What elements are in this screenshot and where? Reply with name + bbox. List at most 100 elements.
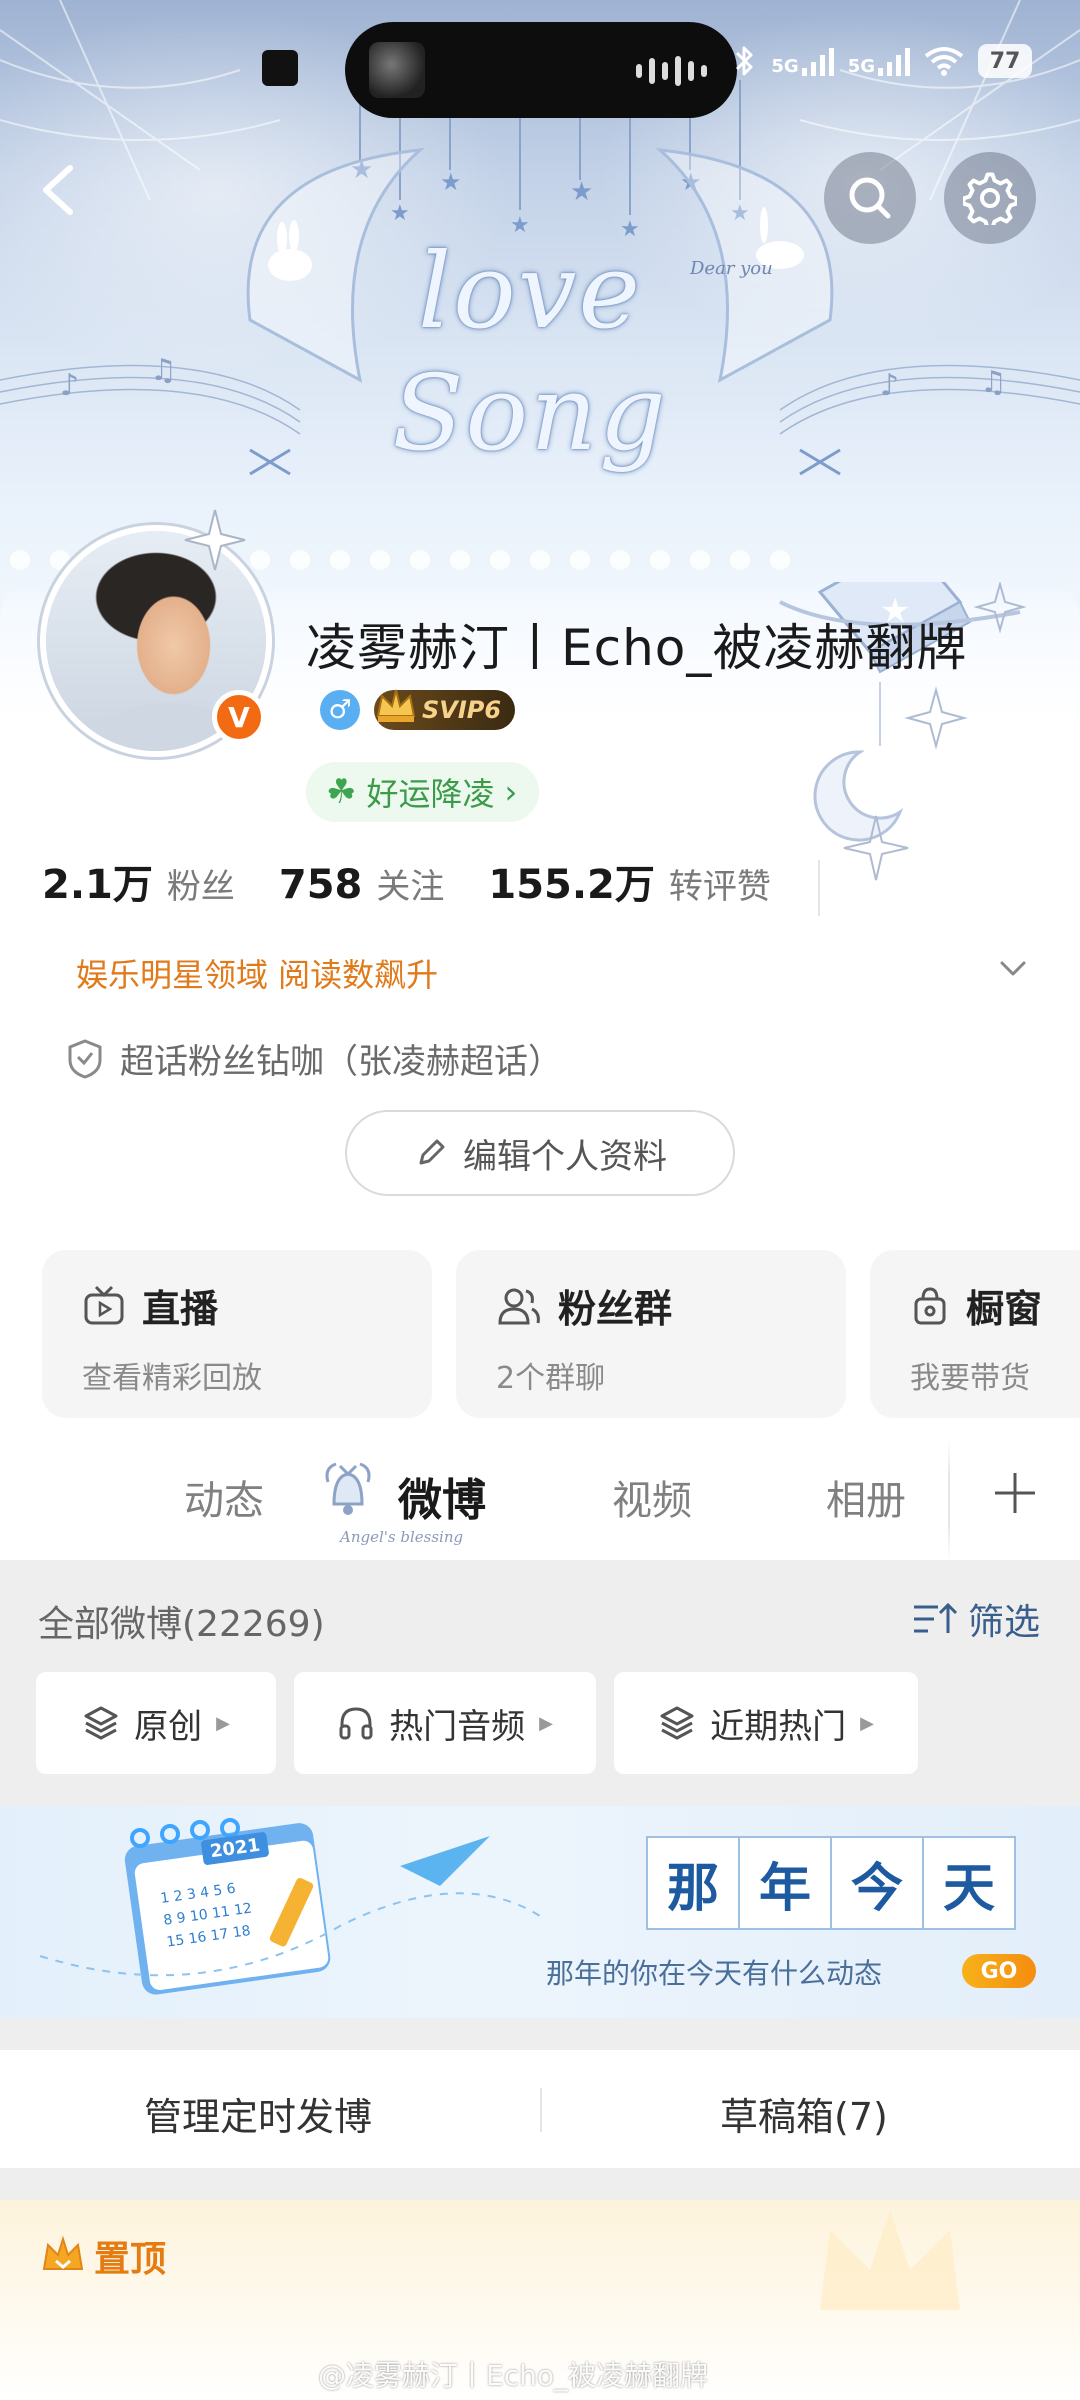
on-this-day-banner[interactable]: 1 2 3 4 5 6 8 9 10 11 12 15 16 17 18 202…	[0, 1806, 1080, 2018]
stats-divider	[818, 860, 820, 916]
svg-text:♫: ♫	[150, 353, 177, 388]
stat-reposts-likes[interactable]: 155.2万 转评赞	[488, 852, 771, 910]
scheduled-posts-button[interactable]: 管理定时发博	[144, 2086, 372, 2141]
filter-icon	[914, 1602, 958, 1633]
edit-profile-label: 编辑个人资料	[463, 1136, 667, 1177]
pinned-text: 置顶	[94, 2239, 167, 2280]
now-playing-thumbnail	[369, 42, 425, 98]
status-icons: 5G 5G 77	[731, 44, 1032, 78]
svg-text:♪: ♪	[60, 368, 79, 403]
svg-text:★: ★	[570, 177, 593, 207]
feature-title: 直播	[142, 1287, 219, 1331]
search-icon	[849, 177, 891, 219]
memory-title: 那 年 今 天	[646, 1836, 1016, 1930]
stat-value: 155.2万	[488, 862, 655, 908]
signal-2-icon: 5G	[848, 46, 910, 76]
chip-original[interactable]: 原创 ▶	[36, 1672, 276, 1774]
svg-text:♪: ♪	[880, 368, 899, 403]
memory-char: 天	[922, 1836, 1016, 1930]
lucky-tag[interactable]: ☘ 好运降凌 ›	[306, 762, 540, 822]
feature-subtitle: 查看精彩回放	[82, 1361, 262, 1396]
pinned-decoration	[820, 2210, 960, 2310]
feature-fan-group[interactable]: 粉丝群 2个群聊	[456, 1250, 846, 1418]
feature-title: 粉丝群	[558, 1287, 673, 1331]
chip-hot-audio[interactable]: 热门音频 ▶	[294, 1672, 596, 1774]
tab-video[interactable]: 视频	[612, 1468, 692, 1526]
stat-value: 2.1万	[42, 862, 153, 908]
headphones-icon	[339, 1707, 373, 1740]
chip-arrow-icon: ▶	[539, 1712, 553, 1734]
signal-1-icon: 5G	[771, 46, 834, 76]
filter-button[interactable]: 筛选	[912, 1593, 1040, 1645]
username: 凌雾赫汀丨Echo_被凌赫翻牌	[306, 619, 968, 677]
stat-label: 粉丝	[166, 867, 235, 907]
chevron-down-icon[interactable]	[996, 952, 1030, 986]
domain-info[interactable]: 娱乐明星领域 阅读数飙升	[76, 950, 438, 996]
settings-button[interactable]	[944, 152, 1036, 244]
plus-icon[interactable]	[990, 1468, 1040, 1518]
group-icon	[498, 1288, 540, 1324]
wifi-icon	[924, 47, 964, 76]
row-divider	[540, 2088, 542, 2132]
pinned-label: 置顶	[40, 2230, 166, 2282]
tv-icon	[84, 1285, 124, 1324]
profile-tabs: 动态 微博 Angel's blessing 视频 相册	[0, 1440, 1080, 1560]
crown-icon	[376, 689, 416, 722]
dynamic-island[interactable]	[345, 22, 737, 118]
audio-wave-icon	[636, 56, 707, 86]
drafts-button[interactable]: 草稿箱(7)	[720, 2086, 888, 2141]
feature-subtitle: 我要带货	[910, 1361, 1030, 1396]
svip-badge[interactable]: SVIP6	[374, 689, 516, 730]
stat-following[interactable]: 758 关注	[279, 859, 445, 908]
stat-label: 关注	[376, 867, 445, 907]
back-button[interactable]	[30, 158, 94, 222]
fan-title[interactable]: 超话粉丝钻咖（张凌赫超话）	[66, 1034, 562, 1083]
svg-text:♫: ♫	[980, 365, 1007, 400]
pencil-icon	[419, 1139, 445, 1165]
crown-icon	[42, 2235, 84, 2270]
memory-subtitle: 那年的你在今天有什么动态	[546, 1957, 883, 1990]
memory-char: 那	[646, 1836, 740, 1930]
battery-indicator: 77	[978, 44, 1032, 78]
tab-weibo[interactable]: 微博	[398, 1464, 486, 1528]
memory-char: 今	[830, 1836, 924, 1930]
feature-showcase[interactable]: 橱窗 我要带货	[870, 1250, 1080, 1418]
all-weibo-count: 全部微博(22269)	[38, 1604, 325, 1645]
svg-text:★: ★	[390, 201, 410, 226]
verified-badge: V	[212, 690, 266, 744]
stat-value: 758	[278, 862, 363, 908]
search-button[interactable]	[824, 152, 916, 244]
status-bar: 5G 5G 77	[0, 0, 1080, 130]
chip-recent-hot[interactable]: 近期热门 ▶	[614, 1672, 918, 1774]
filter-label: 筛选	[968, 1602, 1041, 1643]
chip-arrow-icon: ▶	[216, 1712, 230, 1734]
feature-title: 橱窗	[966, 1287, 1043, 1331]
user-badges: ♂ SVIP6	[320, 689, 516, 730]
tab-caption: Angel's blessing	[340, 1528, 464, 1546]
watermark: @凌雾赫汀丨Echo_被凌赫翻牌	[318, 2359, 708, 2392]
edit-profile-button[interactable]: 编辑个人资料	[345, 1110, 735, 1196]
chevron-right-icon: ›	[504, 773, 518, 811]
bell-icon	[325, 1462, 371, 1515]
tab-album[interactable]: 相册	[826, 1468, 906, 1526]
profile-stats: 2.1万 粉丝 758 关注 155.2万 转评赞	[42, 852, 771, 910]
bluetooth-icon	[736, 46, 753, 76]
tab-dynamics[interactable]: 动态	[184, 1468, 264, 1526]
chip-label: 热门音频	[389, 1706, 526, 1747]
tabs-divider	[948, 1440, 950, 1560]
avatar-sparkle-icon	[184, 509, 246, 571]
feature-subtitle: 2个群聊	[496, 1361, 606, 1396]
gear-icon	[963, 172, 1017, 225]
svip-label: SVIP6	[422, 696, 502, 724]
stat-label: 转评赞	[668, 867, 771, 907]
go-button[interactable]: GO	[962, 1954, 1036, 1988]
stat-followers[interactable]: 2.1万 粉丝	[42, 852, 235, 910]
svg-text:★: ★	[440, 168, 462, 196]
back-arrow-icon	[43, 165, 73, 215]
layers-icon	[84, 1706, 118, 1740]
feature-live[interactable]: 直播 查看精彩回放	[42, 1250, 432, 1418]
status-notification-dot	[262, 50, 298, 86]
shield-icon	[68, 1038, 102, 1079]
clover-icon: ☘	[326, 772, 357, 812]
banner-caption: Dear you	[690, 258, 773, 279]
